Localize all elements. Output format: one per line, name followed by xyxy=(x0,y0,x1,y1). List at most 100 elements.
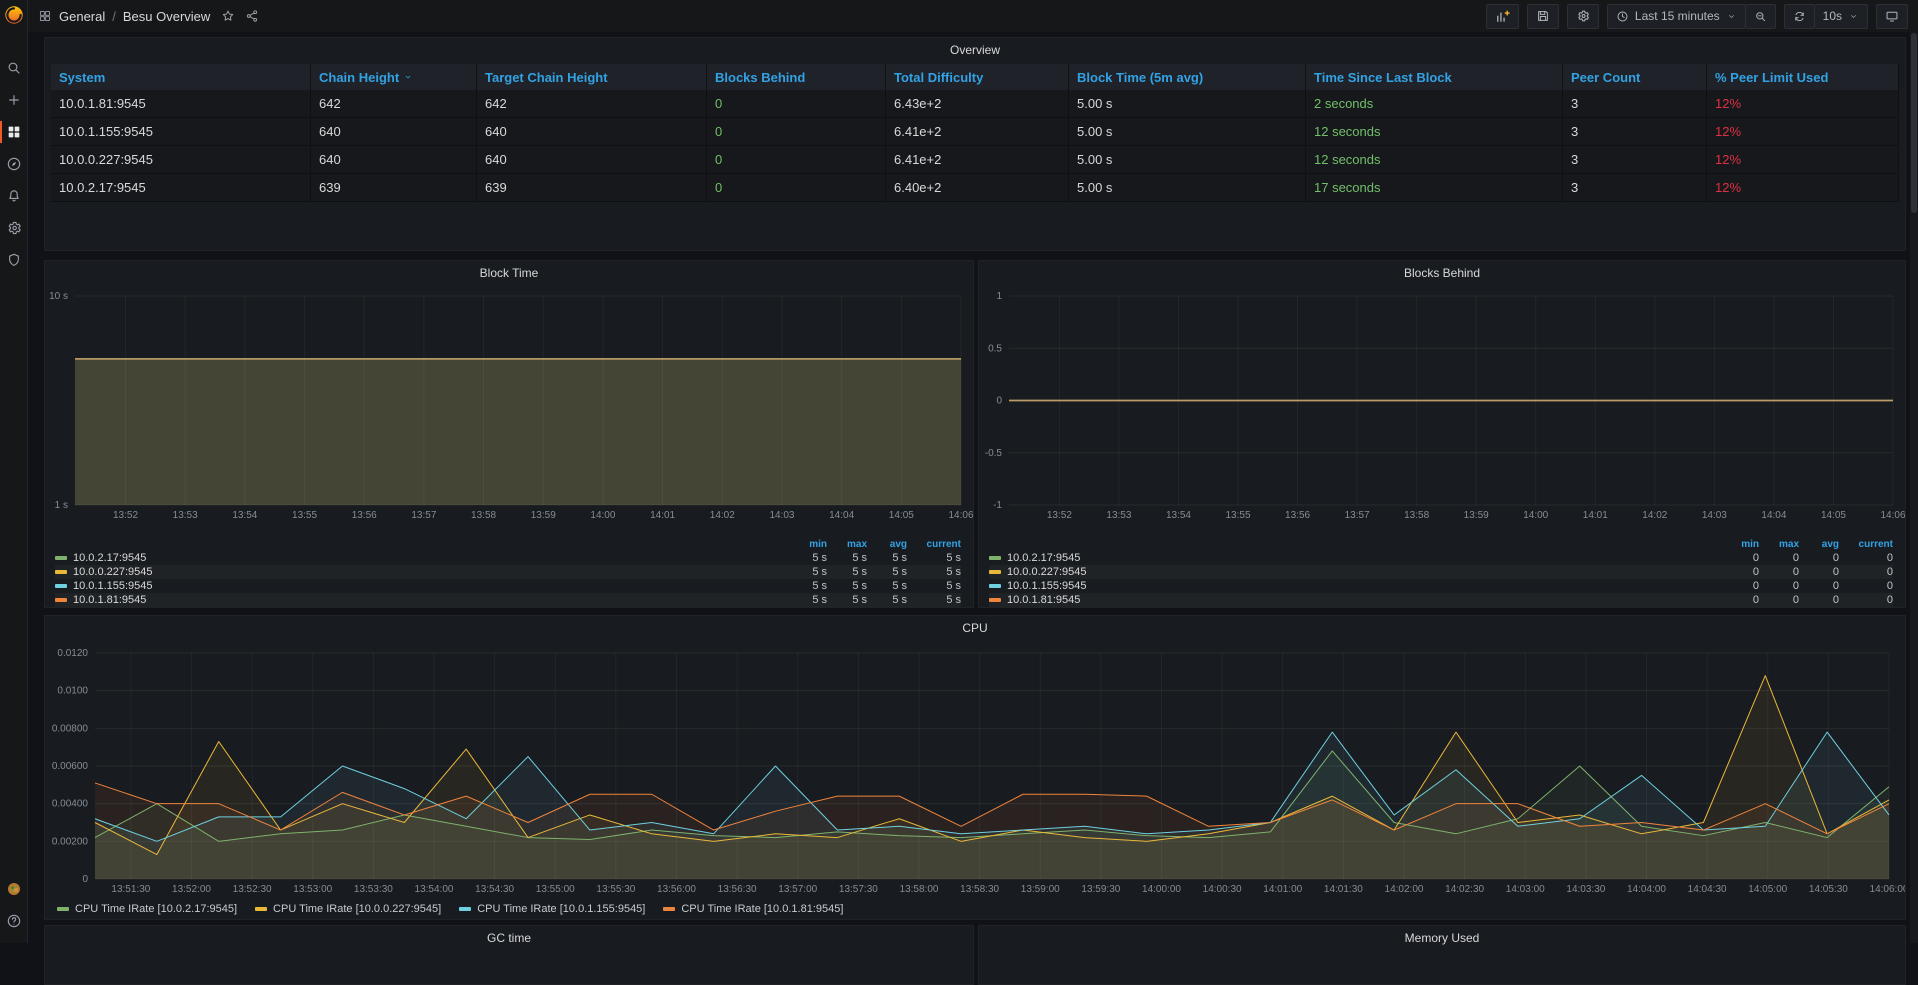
panel-title-block-time[interactable]: Block Time xyxy=(45,261,973,285)
legend-stat-header[interactable]: max xyxy=(1759,539,1799,550)
column-header-time-since-last-block[interactable]: Time Since Last Block xyxy=(1306,64,1563,90)
legend-stat-header[interactable]: max xyxy=(827,539,867,550)
server-admin-shield-icon[interactable] xyxy=(0,244,28,276)
plus-icon[interactable] xyxy=(0,84,28,116)
column-header-peer-count[interactable]: Peer Count xyxy=(1563,64,1707,90)
svg-text:13:59: 13:59 xyxy=(531,510,556,521)
legend-stat-header[interactable]: avg xyxy=(1799,539,1839,550)
svg-text:14:03: 14:03 xyxy=(769,510,794,521)
legend-series-label[interactable]: 10.0.1.81:9545 xyxy=(55,594,787,606)
save-dashboard-button[interactable] xyxy=(1527,4,1559,29)
table-cell: 639 xyxy=(311,174,477,201)
breadcrumb-tools xyxy=(221,9,259,23)
legend-stat-value: 0 xyxy=(1839,594,1893,606)
legend-series-label[interactable]: 10.0.1.155:9545 xyxy=(989,580,1719,592)
table-cell: 3 xyxy=(1563,174,1707,201)
legend-header-row: minmaxavgcurrent xyxy=(55,537,961,551)
column-header--peer-limit-used[interactable]: % Peer Limit Used xyxy=(1707,64,1899,90)
clock-icon xyxy=(1616,10,1629,23)
cycle-view-button[interactable] xyxy=(1876,4,1908,29)
sidebar-top xyxy=(0,52,28,276)
legend-series-label[interactable]: 10.0.1.81:9545 xyxy=(989,594,1719,606)
scrollbar-thumb[interactable] xyxy=(1911,33,1917,213)
help-icon[interactable] xyxy=(0,905,28,937)
legend-stat-value: 5 s xyxy=(827,594,867,606)
legend-series-label[interactable]: CPU Time IRate [10.0.1.155:9545] xyxy=(459,903,645,915)
avatar-icon[interactable] xyxy=(0,873,28,905)
star-icon[interactable] xyxy=(221,9,235,23)
share-icon[interactable] xyxy=(245,9,259,23)
block-time-legend: minmaxavgcurrent10.0.2.17:95455 s5 s5 s5… xyxy=(55,537,961,607)
legend-series-label[interactable]: CPU Time IRate [10.0.0.227:9545] xyxy=(255,903,441,915)
legend-series-label[interactable]: CPU Time IRate [10.0.2.17:9545] xyxy=(57,903,237,915)
add-panel-button[interactable] xyxy=(1486,4,1519,29)
legend-stat-header[interactable]: current xyxy=(1839,539,1893,550)
column-header-blocks-behind[interactable]: Blocks Behind xyxy=(707,64,886,90)
configuration-gear-icon[interactable] xyxy=(0,212,28,244)
panel-title-memory-used[interactable]: Memory Used xyxy=(979,926,1905,950)
legend-stat-value: 5 s xyxy=(867,552,907,564)
cpu-chart[interactable]: 0.01200.01000.008000.006000.004000.00200… xyxy=(45,640,1905,898)
column-header-target-chain-height[interactable]: Target Chain Height xyxy=(477,64,707,90)
alerting-bell-icon[interactable] xyxy=(0,180,28,212)
panel-memory-used: Memory Used xyxy=(978,925,1906,985)
zoom-out-button[interactable] xyxy=(1746,4,1776,29)
dashboard-canvas: Overview SystemChain HeightTarget Chain … xyxy=(28,32,1910,943)
table-cell: 0 xyxy=(707,118,886,145)
zoom-out-icon xyxy=(1754,10,1767,23)
svg-text:14:01:30: 14:01:30 xyxy=(1324,884,1363,895)
refresh-interval-picker[interactable]: 10s xyxy=(1815,4,1868,29)
legend-series-label[interactable]: 10.0.2.17:9545 xyxy=(989,552,1719,564)
legend-stat-header[interactable]: min xyxy=(787,539,827,550)
panel-block-time: Block Time 10 s1 s13:5213:5313:5413:5513… xyxy=(44,260,974,608)
svg-text:13:56: 13:56 xyxy=(1285,510,1310,521)
column-header-system[interactable]: System xyxy=(51,64,311,90)
table-cell: 6.41e+2 xyxy=(886,146,1069,173)
dashboard-settings-button[interactable] xyxy=(1567,4,1599,29)
breadcrumb-title[interactable]: Besu Overview xyxy=(123,9,210,24)
blocks-behind-legend: minmaxavgcurrent10.0.2.17:9545000010.0.0… xyxy=(989,537,1893,607)
column-header-chain-height[interactable]: Chain Height xyxy=(311,64,477,90)
legend-stat-header[interactable]: min xyxy=(1719,539,1759,550)
legend-stat-header[interactable]: avg xyxy=(867,539,907,550)
legend-stat-value: 5 s xyxy=(867,594,907,606)
column-header-block-time-5m-avg-[interactable]: Block Time (5m avg) xyxy=(1069,64,1306,90)
time-range-picker[interactable]: Last 15 minutes xyxy=(1607,4,1746,29)
grafana-logo[interactable] xyxy=(3,4,25,26)
svg-text:13:52: 13:52 xyxy=(1047,510,1072,521)
dashboards-icon[interactable] xyxy=(0,116,28,148)
legend-series-label[interactable]: 10.0.2.17:9545 xyxy=(55,552,787,564)
svg-text:13:57:30: 13:57:30 xyxy=(839,884,878,895)
svg-text:14:06: 14:06 xyxy=(948,510,973,521)
legend-series-label[interactable]: 10.0.1.155:9545 xyxy=(55,580,787,592)
search-icon[interactable] xyxy=(0,52,28,84)
breadcrumb-section[interactable]: General xyxy=(59,9,105,24)
svg-text:13:57: 13:57 xyxy=(1345,510,1370,521)
legend-stat-value: 5 s xyxy=(907,594,961,606)
svg-text:14:06: 14:06 xyxy=(1880,510,1905,521)
explore-compass-icon[interactable] xyxy=(0,148,28,180)
scrollbar[interactable] xyxy=(1910,32,1918,943)
svg-text:10 s: 10 s xyxy=(49,291,68,302)
svg-text:13:58: 13:58 xyxy=(471,510,496,521)
panel-title-blocks-behind[interactable]: Blocks Behind xyxy=(979,261,1905,285)
legend-stat-header[interactable]: current xyxy=(907,539,961,550)
legend-stat-value: 5 s xyxy=(787,552,827,564)
panel-title-cpu[interactable]: CPU xyxy=(45,616,1905,640)
legend-stat-value: 0 xyxy=(1759,580,1799,592)
table-cell: 642 xyxy=(477,90,707,117)
legend-series-label[interactable]: 10.0.0.227:9545 xyxy=(55,566,787,578)
panel-title-overview[interactable]: Overview xyxy=(45,38,1905,62)
panel-title-gc-time[interactable]: GC time xyxy=(45,926,973,950)
table-cell: 10.0.1.155:9545 xyxy=(51,118,311,145)
legend-series-label[interactable]: 10.0.0.227:9545 xyxy=(989,566,1719,578)
legend-stat-value: 5 s xyxy=(787,580,827,592)
legend-series-label[interactable]: CPU Time IRate [10.0.1.81:9545] xyxy=(663,903,843,915)
blocks-behind-chart[interactable]: 10.50-0.5-113:5213:5313:5413:5513:5613:5… xyxy=(979,285,1905,537)
svg-text:14:01: 14:01 xyxy=(1583,510,1608,521)
column-header-total-difficulty[interactable]: Total Difficulty xyxy=(886,64,1069,90)
block-time-chart[interactable]: 10 s1 s13:5213:5313:5413:5513:5613:5713:… xyxy=(45,285,973,537)
refresh-button[interactable] xyxy=(1784,4,1815,29)
svg-text:14:06:00: 14:06:00 xyxy=(1870,884,1905,895)
svg-text:13:54:30: 13:54:30 xyxy=(475,884,514,895)
